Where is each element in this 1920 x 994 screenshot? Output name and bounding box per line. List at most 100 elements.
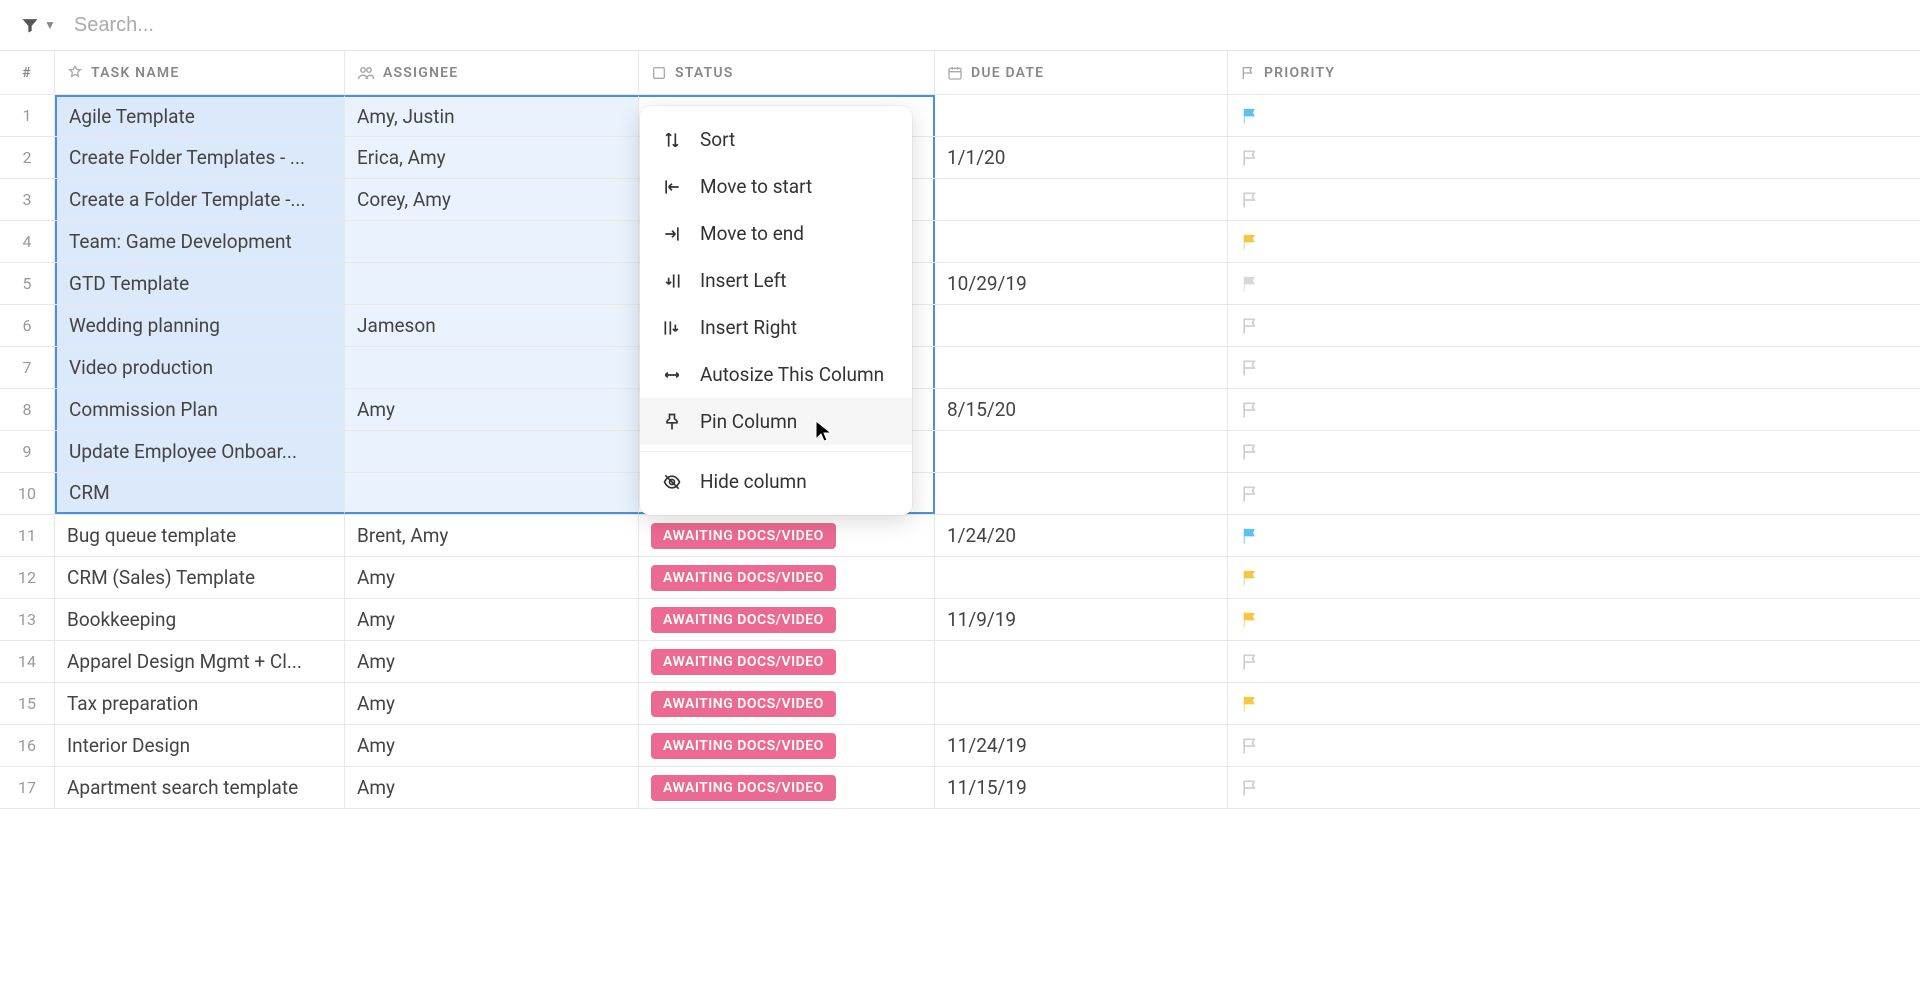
cell-priority[interactable]: [1228, 347, 1515, 388]
cell-task-name[interactable]: Interior Design: [55, 725, 345, 766]
cell-task-name[interactable]: Video production: [55, 347, 345, 388]
cell-task-name[interactable]: GTD Template: [55, 263, 345, 304]
cell-assignee[interactable]: [345, 221, 639, 262]
cell-due-date[interactable]: 11/9/19: [935, 599, 1228, 640]
cell-due-date[interactable]: [935, 179, 1228, 220]
table-row[interactable]: 14Apparel Design Mgmt + Cl...AmyAWAITING…: [0, 641, 1920, 683]
row-number[interactable]: 16: [0, 725, 55, 766]
cell-priority[interactable]: [1228, 221, 1515, 262]
table-row[interactable]: 7Video production: [0, 347, 1920, 389]
row-number[interactable]: 5: [0, 263, 55, 304]
row-number[interactable]: 10: [0, 473, 55, 514]
priority-flag-icon[interactable]: [1240, 651, 1260, 673]
priority-flag-icon[interactable]: [1240, 273, 1260, 295]
cell-priority[interactable]: [1228, 725, 1515, 766]
cell-assignee[interactable]: [345, 263, 639, 304]
priority-flag-icon[interactable]: [1240, 735, 1260, 757]
cell-priority[interactable]: [1228, 515, 1515, 556]
cell-assignee[interactable]: Amy: [345, 599, 639, 640]
table-row[interactable]: 4Team: Game Development: [0, 221, 1920, 263]
priority-flag-icon[interactable]: [1240, 105, 1260, 127]
cell-due-date[interactable]: 11/24/19: [935, 725, 1228, 766]
cell-task-name[interactable]: Team: Game Development: [55, 221, 345, 262]
cell-priority[interactable]: [1228, 683, 1515, 724]
row-number[interactable]: 2: [0, 137, 55, 178]
table-row[interactable]: 15Tax preparationAmyAWAITING DOCS/VIDEO: [0, 683, 1920, 725]
priority-flag-icon[interactable]: [1240, 525, 1260, 547]
cell-due-date[interactable]: [935, 431, 1228, 472]
menu-hide-column[interactable]: Hide column: [640, 458, 912, 505]
cell-task-name[interactable]: Create Folder Templates - ...: [55, 137, 345, 178]
cell-task-name[interactable]: CRM: [55, 473, 345, 514]
cell-assignee[interactable]: [345, 431, 639, 472]
cell-priority[interactable]: [1228, 599, 1515, 640]
table-row[interactable]: 11Bug queue templateBrent, AmyAWAITING D…: [0, 515, 1920, 557]
cell-due-date[interactable]: 10/29/19: [935, 263, 1228, 304]
table-row[interactable]: 10CRM: [0, 473, 1920, 515]
priority-flag-icon[interactable]: [1240, 441, 1260, 463]
cell-status[interactable]: AWAITING DOCS/VIDEO: [639, 767, 935, 808]
cell-task-name[interactable]: Create a Folder Template -...: [55, 179, 345, 220]
search-input[interactable]: [66, 8, 366, 43]
cell-status[interactable]: AWAITING DOCS/VIDEO: [639, 557, 935, 598]
cell-assignee[interactable]: Amy: [345, 683, 639, 724]
table-row[interactable]: 5GTD Template 10/29/19: [0, 263, 1920, 305]
cell-task-name[interactable]: Apartment search template: [55, 767, 345, 808]
cell-due-date[interactable]: [935, 641, 1228, 682]
cell-due-date[interactable]: [935, 557, 1228, 598]
cell-task-name[interactable]: Bug queue template: [55, 515, 345, 556]
cell-assignee[interactable]: Jameson: [345, 305, 639, 346]
cell-priority[interactable]: [1228, 431, 1515, 472]
cell-task-name[interactable]: Tax preparation: [55, 683, 345, 724]
cell-priority[interactable]: [1228, 767, 1515, 808]
cell-due-date[interactable]: [935, 683, 1228, 724]
priority-flag-icon[interactable]: [1240, 357, 1260, 379]
cell-status[interactable]: AWAITING DOCS/VIDEO: [639, 641, 935, 682]
header-priority[interactable]: PRIORITY: [1228, 51, 1515, 94]
cell-status[interactable]: AWAITING DOCS/VIDEO: [639, 683, 935, 724]
priority-flag-icon[interactable]: [1240, 147, 1260, 169]
menu-move-end[interactable]: Move to end: [640, 210, 912, 257]
row-number[interactable]: 3: [0, 179, 55, 220]
menu-move-start[interactable]: Move to start: [640, 163, 912, 210]
header-status[interactable]: STATUS: [639, 51, 935, 94]
cell-task-name[interactable]: Apparel Design Mgmt + Cl...: [55, 641, 345, 682]
priority-flag-icon[interactable]: [1240, 231, 1260, 253]
cell-assignee[interactable]: Erica, Amy: [345, 137, 639, 178]
cell-due-date[interactable]: 11/15/19: [935, 767, 1228, 808]
row-number[interactable]: 9: [0, 431, 55, 472]
row-number[interactable]: 14: [0, 641, 55, 682]
row-number[interactable]: 7: [0, 347, 55, 388]
cell-due-date[interactable]: [935, 221, 1228, 262]
cell-due-date[interactable]: [935, 305, 1228, 346]
row-number[interactable]: 17: [0, 767, 55, 808]
table-row[interactable]: 17Apartment search templateAmyAWAITING D…: [0, 767, 1920, 809]
cell-priority[interactable]: [1228, 641, 1515, 682]
row-number[interactable]: 11: [0, 515, 55, 556]
header-due-date[interactable]: DUE DATE: [935, 51, 1228, 94]
row-number[interactable]: 6: [0, 305, 55, 346]
caret-down-icon[interactable]: ▼: [44, 18, 56, 32]
cell-assignee[interactable]: Amy, Justin: [345, 95, 639, 136]
cell-due-date[interactable]: 1/1/20: [935, 137, 1228, 178]
cell-task-name[interactable]: Bookkeeping: [55, 599, 345, 640]
row-number[interactable]: 1: [0, 95, 55, 136]
row-number[interactable]: 4: [0, 221, 55, 262]
cell-priority[interactable]: [1228, 95, 1515, 136]
cell-priority[interactable]: [1228, 557, 1515, 598]
table-row[interactable]: 16Interior DesignAmyAWAITING DOCS/VIDEO1…: [0, 725, 1920, 767]
cell-priority[interactable]: [1228, 305, 1515, 346]
cell-task-name[interactable]: Wedding planning: [55, 305, 345, 346]
cell-task-name[interactable]: CRM (Sales) Template: [55, 557, 345, 598]
table-row[interactable]: 2Create Folder Templates - ...Erica, Amy…: [0, 137, 1920, 179]
row-number[interactable]: 15: [0, 683, 55, 724]
cell-due-date[interactable]: [935, 473, 1228, 514]
table-row[interactable]: 6Wedding planningJameson: [0, 305, 1920, 347]
cell-assignee[interactable]: Amy: [345, 725, 639, 766]
cell-priority[interactable]: [1228, 263, 1515, 304]
cell-priority[interactable]: [1228, 137, 1515, 178]
cell-assignee[interactable]: Corey, Amy: [345, 179, 639, 220]
table-row[interactable]: 8Commission PlanAmy8/15/20: [0, 389, 1920, 431]
menu-pin-column[interactable]: Pin Column: [640, 398, 912, 445]
menu-insert-right[interactable]: Insert Right: [640, 304, 912, 351]
